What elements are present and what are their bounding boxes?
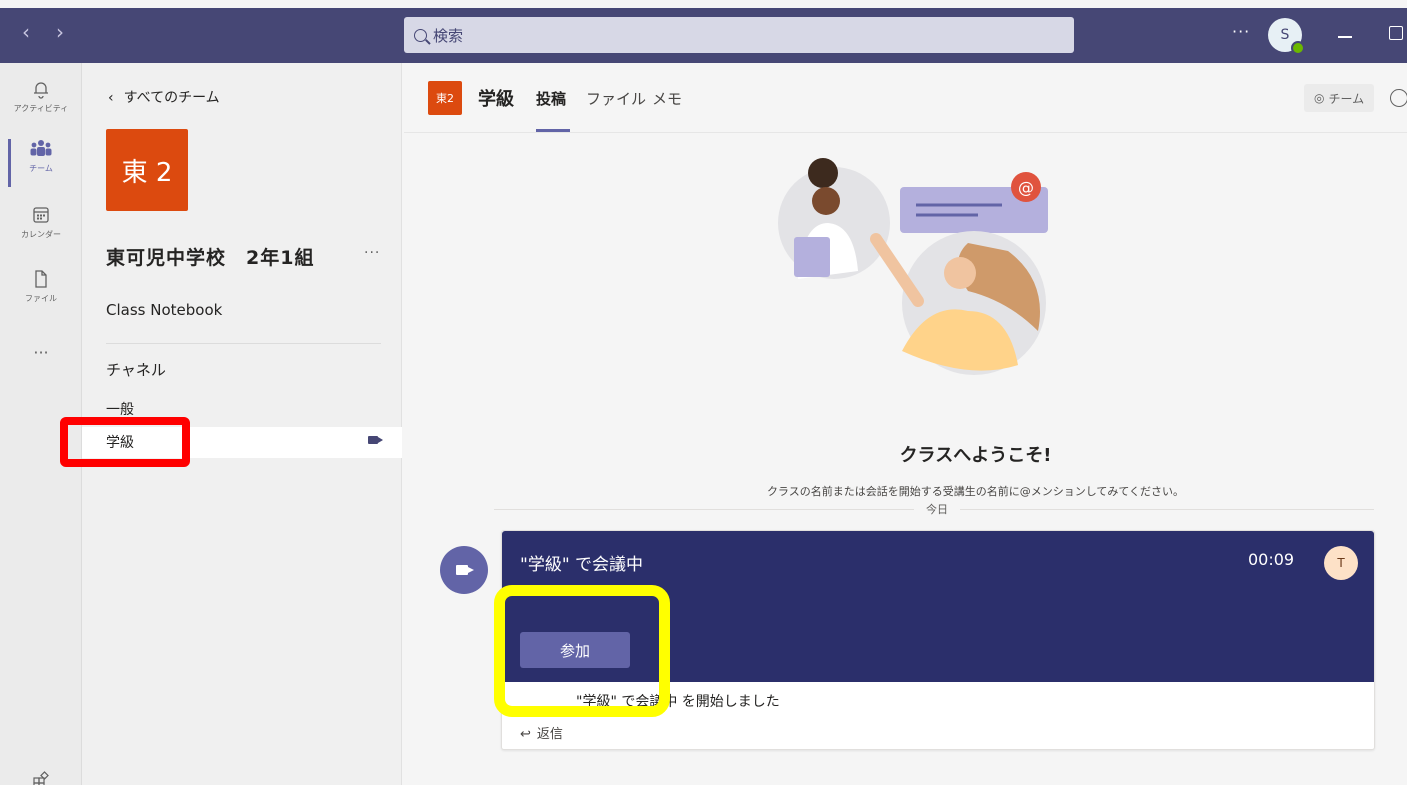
search-placeholder: 検索 xyxy=(433,26,464,45)
date-label: 今日 xyxy=(914,501,960,517)
yellow-highlight-box xyxy=(494,585,670,717)
video-camera-icon xyxy=(456,565,474,575)
rail-item-teams[interactable]: チーム xyxy=(0,137,82,174)
welcome-title: クラスへようこそ! xyxy=(899,445,1052,466)
bell-icon xyxy=(0,77,82,101)
user-avatar[interactable]: S xyxy=(1268,18,1305,55)
divider xyxy=(106,343,381,344)
main-content: 東2 学級 投稿 ファイル メモ ◎ チーム @ クラスへようこそ! クラスの名前… xyxy=(404,63,1407,785)
forward-arrow-icon[interactable]: › xyxy=(56,22,64,42)
back-arrow-icon[interactable]: ‹ xyxy=(22,22,30,42)
class-notebook-link[interactable]: Class Notebook xyxy=(106,301,222,319)
channels-heading: チャネル xyxy=(106,361,166,379)
chevron-left-icon: ‹ xyxy=(108,90,114,106)
welcome-illustration: @ xyxy=(778,158,1048,375)
more-options-button[interactable]: ··· xyxy=(1232,22,1250,41)
tab-notes[interactable]: メモ xyxy=(652,88,682,109)
file-icon xyxy=(0,267,82,291)
minimize-button[interactable] xyxy=(1338,36,1352,38)
search-icon xyxy=(414,28,427,42)
team-badge-small: 東2 xyxy=(428,81,462,115)
tab-files[interactable]: ファイル xyxy=(586,88,646,109)
reply-label: 返信 xyxy=(536,727,563,742)
rail-item-activity[interactable]: アクティビティ xyxy=(0,77,82,114)
channel-item-general[interactable]: 一般 xyxy=(106,399,134,419)
rail-label: カレンダー xyxy=(21,230,61,239)
active-tab-indicator xyxy=(536,129,570,132)
maximize-button[interactable] xyxy=(1389,26,1403,40)
video-camera-icon xyxy=(368,436,383,444)
team-name: 東可児中学校 2年1組 xyxy=(106,247,315,269)
channel-title: 学級 xyxy=(478,89,514,110)
channel-pane: ‹ すべてのチーム 東 2 東可児中学校 2年1組 ··· Class Noteb… xyxy=(33,63,402,785)
svg-text:@: @ xyxy=(1018,178,1034,197)
avatar-initial: S xyxy=(1280,27,1290,43)
apps-icon[interactable] xyxy=(32,771,50,785)
red-highlight-box xyxy=(60,417,190,467)
rail-label: ファイル xyxy=(25,294,57,303)
reply-icon: ↩ xyxy=(520,727,531,742)
calendar-icon xyxy=(0,203,82,227)
rail-item-calendar[interactable]: カレンダー xyxy=(0,203,82,240)
team-button-label: チーム xyxy=(1328,91,1365,106)
meeting-elapsed-time: 00:09 xyxy=(1248,550,1295,569)
rail-item-files[interactable]: ファイル xyxy=(0,267,82,304)
reply-button[interactable]: ↩ 返信 xyxy=(520,723,563,742)
rail-more-button[interactable]: ··· xyxy=(0,343,82,362)
title-bar: ‹ › 検索 ··· S xyxy=(0,8,1407,63)
channel-header: 東2 学級 投稿 ファイル メモ ◎ チーム xyxy=(404,63,1407,133)
welcome-subtitle: クラスの名前または会話を開始する受講生の名前に@メンションしてみてください。 xyxy=(766,485,1185,498)
all-teams-label: すべてのチーム xyxy=(123,90,220,106)
team-more-button[interactable]: ··· xyxy=(364,245,380,261)
participant-avatar[interactable]: T xyxy=(1324,546,1358,580)
rail-label: アクティビティ xyxy=(13,104,69,113)
all-teams-link[interactable]: ‹ すべてのチーム xyxy=(108,87,220,107)
meeting-icon xyxy=(440,546,488,594)
teams-icon xyxy=(0,137,82,161)
search-input[interactable]: 検索 xyxy=(404,17,1074,53)
tab-posts[interactable]: 投稿 xyxy=(536,88,566,109)
team-button[interactable]: ◎ チーム xyxy=(1304,84,1375,112)
info-icon[interactable] xyxy=(1390,89,1407,107)
team-avatar: 東 2 xyxy=(106,129,188,211)
eye-icon: ◎ xyxy=(1314,91,1325,105)
presence-available-icon xyxy=(1291,41,1305,55)
rail-label: チーム xyxy=(29,164,53,173)
meeting-title: "学級" で会議中 xyxy=(520,555,644,575)
